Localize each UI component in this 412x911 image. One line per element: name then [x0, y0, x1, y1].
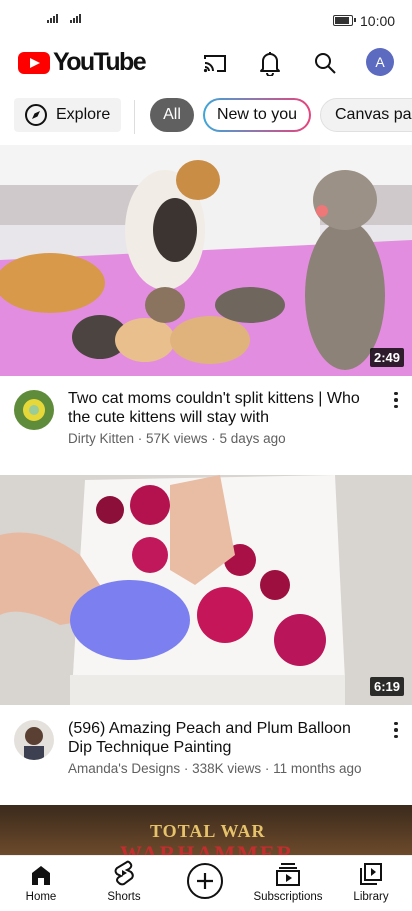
youtube-logo[interactable]: YouTube — [18, 48, 147, 77]
nav-shorts-label: Shorts — [107, 891, 141, 903]
nav-library[interactable]: Library — [350, 856, 392, 911]
chip-canvas-painting[interactable]: Canvas pai — [320, 98, 412, 132]
nav-subscriptions[interactable]: Subscriptions — [248, 856, 328, 911]
video-duration: 2:49 — [369, 348, 404, 367]
shorts-icon — [113, 856, 135, 886]
logo-wordmark: YouTube — [53, 48, 147, 76]
more-options-icon[interactable] — [388, 389, 404, 411]
top-app-bar: YouTube A — [0, 42, 412, 86]
video-subtitle: Dirty Kitten · 57K views · 5 days ago — [68, 431, 286, 446]
chip-all[interactable]: All — [150, 98, 194, 132]
painting-thumbnail-image — [0, 475, 412, 705]
video-metadata[interactable]: (596) Amazing Peach and Plum Balloon Dip… — [0, 718, 412, 778]
subscriptions-icon — [275, 856, 301, 886]
cats-thumbnail-image — [0, 145, 412, 376]
home-icon — [30, 856, 52, 886]
thumbnail-title-text: TOTAL WAR — [150, 821, 266, 841]
channel-avatar[interactable] — [14, 720, 54, 760]
create-plus-icon — [197, 873, 213, 889]
explore-button[interactable]: Explore — [14, 98, 121, 132]
filter-chips-bar: Explore All New to you Canvas pai — [0, 96, 412, 138]
status-time: 10:00 — [360, 13, 396, 29]
video-title[interactable]: (596) Amazing Peach and Plum Balloon Dip… — [68, 719, 378, 757]
nav-library-label: Library — [353, 891, 389, 903]
video-thumbnail[interactable]: TOTAL WAR WARHAMMER — [0, 805, 412, 855]
nav-home-label: Home — [25, 891, 57, 903]
video-thumbnail[interactable]: 2:49 — [0, 145, 412, 376]
video-duration: 6:19 — [369, 677, 404, 696]
search-icon[interactable] — [310, 48, 340, 78]
create-button[interactable] — [187, 863, 223, 899]
video-subtitle: Amanda's Designs · 338K views · 11 month… — [68, 761, 362, 776]
explore-label: Explore — [56, 106, 111, 123]
nav-home[interactable]: Home — [20, 856, 62, 911]
notifications-bell-icon[interactable] — [255, 48, 285, 78]
chip-new-to-you[interactable]: New to you — [203, 98, 311, 132]
nav-shorts[interactable]: Shorts — [100, 856, 148, 911]
youtube-play-icon — [18, 51, 50, 74]
cast-icon[interactable] — [200, 48, 230, 78]
status-bar: 10:00 — [0, 0, 412, 42]
channel-avatar[interactable] — [14, 390, 54, 430]
chips-divider — [134, 100, 135, 134]
compass-icon — [25, 104, 47, 126]
video-thumbnail[interactable]: 6:19 — [0, 475, 412, 705]
signal-icon — [70, 14, 81, 23]
video-metadata[interactable]: Two cat moms couldn't split kittens | Wh… — [0, 388, 412, 448]
more-options-icon[interactable] — [388, 719, 404, 741]
battery-icon — [333, 15, 356, 26]
video-title[interactable]: Two cat moms couldn't split kittens | Wh… — [68, 389, 378, 427]
signal-icon — [47, 14, 58, 23]
library-icon — [359, 856, 383, 886]
account-avatar[interactable]: A — [366, 48, 394, 76]
thumbnail-subtitle-text: WARHAMMER — [120, 841, 295, 855]
nav-subscriptions-label: Subscriptions — [253, 891, 323, 903]
